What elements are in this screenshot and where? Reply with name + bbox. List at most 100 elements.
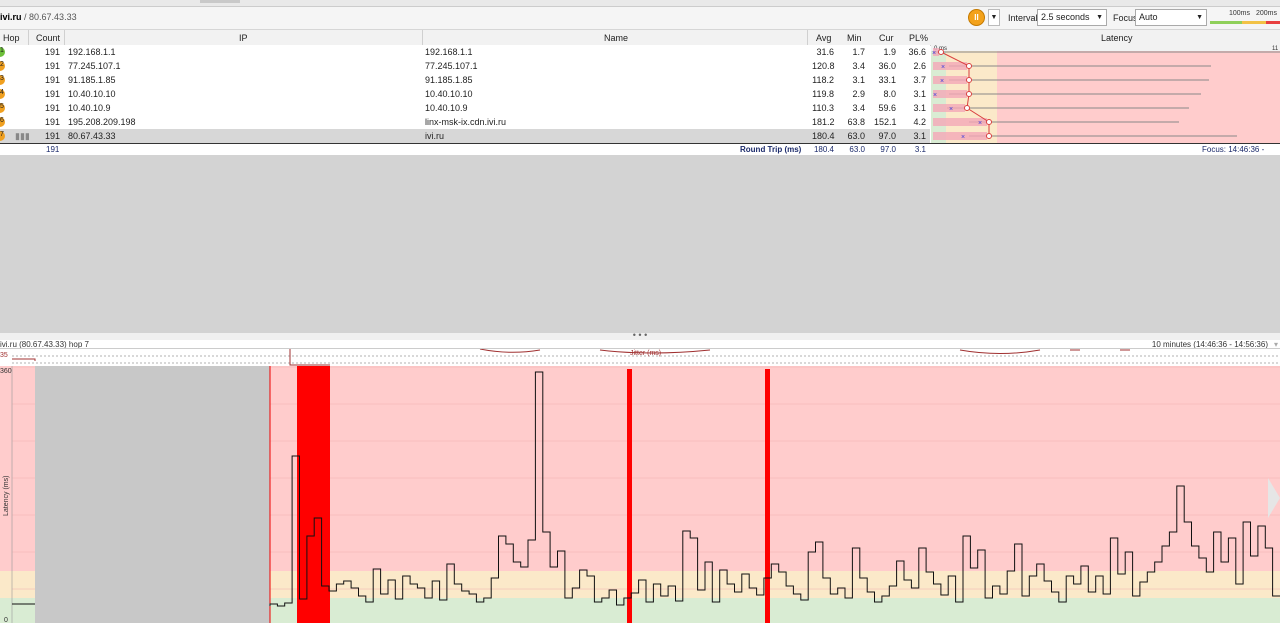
latency-header-band — [931, 45, 1280, 51]
breadcrumb: ivi.ru / 80.67.43.33 — [0, 12, 77, 22]
hop-count: 191 — [44, 75, 60, 85]
jitter-line — [12, 349, 1130, 366]
col-ip[interactable]: IP — [239, 33, 248, 43]
hop-cur: 36.0 — [878, 61, 896, 71]
hop-ip: 192.168.1.1 — [68, 47, 116, 57]
scale-yellow — [1242, 21, 1266, 24]
hop-min: 3.1 — [852, 75, 865, 85]
hop-count: 191 — [44, 131, 60, 141]
drag-handle-icon: • • • — [632, 330, 648, 340]
hop-count: 191 — [44, 89, 60, 99]
hop-pl: 4.2 — [913, 117, 926, 127]
pause-dropdown-button[interactable]: ▼ — [988, 9, 1000, 26]
col-cur[interactable]: Cur — [879, 33, 894, 43]
interval-label: Interval — [1008, 13, 1038, 23]
empty-grid-area — [0, 155, 1280, 333]
col-hop[interactable]: Hop — [3, 33, 20, 43]
hop-cur: 33.1 — [878, 75, 896, 85]
hop-avg: 120.8 — [812, 61, 835, 71]
col-divider — [807, 30, 808, 45]
col-count[interactable]: Count — [36, 33, 60, 43]
active-tab-indicator[interactable] — [200, 0, 240, 3]
hop-number: 3 — [0, 75, 4, 82]
latency-avg-bar — [933, 76, 967, 84]
table-row[interactable]: 4 191 10.40.10.10 10.40.10.10 119.8 2.9 8.0 3.1 — [0, 87, 930, 101]
hop-min: 63.8 — [847, 117, 865, 127]
latency-chart: 360 0 Latency (ms) — [0, 366, 1280, 623]
hop-name: linx-msk-ix.cdn.ivi.ru — [425, 117, 507, 127]
hop-min: 3.4 — [852, 103, 865, 113]
chevron-down-icon: ▼ — [1096, 14, 1103, 21]
bar-chart-icon[interactable]: ▮▮▮ — [15, 131, 30, 142]
pause-button[interactable]: II — [968, 9, 985, 26]
summary-cur: 97.0 — [880, 145, 896, 154]
hop-avg: 119.8 — [812, 89, 834, 99]
table-row[interactable]: 7 ▮▮▮ 191 80.67.43.33 ivi.ru 180.4 63.0 97.0 3.1 — [0, 129, 930, 143]
hop-min: 1.7 — [852, 47, 865, 57]
col-latency[interactable]: Latency — [1101, 33, 1133, 43]
pane-splitter[interactable]: • • • — [0, 330, 1280, 340]
col-divider — [28, 30, 29, 45]
col-min[interactable]: Min — [847, 33, 862, 43]
hop-name: 192.168.1.1 — [425, 47, 473, 57]
hop-min: 63.0 — [847, 131, 865, 141]
hop-cur: 97.0 — [878, 131, 896, 141]
latency-avg-point — [966, 77, 972, 83]
jitter-axis-tick: 35 — [0, 352, 8, 359]
y-axis-zero-label: 0 — [4, 617, 8, 623]
hop-name: 10.40.10.10 — [425, 89, 473, 99]
latency-avg-point — [966, 91, 972, 97]
table-row[interactable]: 3 191 91.185.1.85 91.185.1.85 118.2 3.1 33.1 3.… — [0, 73, 930, 87]
hop-number: 4 — [0, 89, 4, 96]
chart-loss-spike — [765, 369, 770, 623]
interval-value: 2.5 seconds — [1041, 12, 1090, 22]
hop-count: 191 — [44, 117, 60, 127]
hop-number: 2 — [0, 61, 4, 68]
focus-label: Focus — [1113, 13, 1138, 23]
chart-loss-block — [297, 366, 330, 623]
table-row[interactable]: 1 191 192.168.1.1 192.168.1.1 31.6 1.7 1.9 36.6 — [0, 45, 930, 59]
latency-cur-marker: × — [940, 78, 944, 85]
hop-pl: 3.1 — [913, 103, 926, 113]
hop-name: 91.185.1.85 — [425, 75, 473, 85]
col-name[interactable]: Name — [604, 33, 628, 43]
scale-100-label: 100ms — [1229, 10, 1251, 17]
col-divider — [422, 30, 423, 45]
latency-avg-bar — [933, 62, 967, 70]
scale-200-label: 200ms — [1256, 10, 1278, 17]
table-row[interactable]: 5 191 10.40.10.9 10.40.10.9 110.3 3.4 59.6 3.1 — [0, 101, 930, 115]
col-avg[interactable]: Avg — [816, 33, 831, 43]
breadcrumb-host: ivi.ru — [0, 12, 22, 22]
latency-scale-legend: 100ms 200ms — [1210, 10, 1280, 26]
grid-header: Hop Count IP Name Avg Min Cur PL% Latenc… — [0, 30, 1280, 46]
hop-avg: 31.6 — [816, 47, 834, 57]
table-row[interactable]: 2 191 77.245.107.1 77.245.107.1 120.8 3.4 36.0… — [0, 59, 930, 73]
table-row[interactable]: 6 191 195.208.209.198 linx-msk-ix.cdn.ivi.r… — [0, 115, 930, 129]
latency-avg-point — [938, 49, 944, 55]
chart-header: ivi.ru (80.67.43.33) hop 7 10 minutes (1… — [0, 340, 1280, 349]
col-pl[interactable]: PL% — [909, 33, 928, 43]
chevron-down-icon: ▼ — [990, 14, 998, 21]
latency-avg-point — [986, 133, 992, 139]
hop-avg: 110.3 — [812, 103, 834, 113]
hop-cur: 1.9 — [883, 47, 896, 57]
summary-avg: 180.4 — [813, 145, 834, 154]
hop-avg: 181.2 — [812, 117, 835, 127]
interval-select[interactable]: 2.5 seconds ▼ — [1037, 9, 1107, 26]
scale-red — [1266, 21, 1280, 24]
jitter-chart: 35 Jitter (ms) — [0, 348, 1280, 367]
latency-cur-marker: × — [949, 106, 953, 113]
latency-cur-marker: × — [932, 50, 936, 57]
hop-ip: 77.245.107.1 — [68, 61, 121, 71]
latency-avg-point — [964, 105, 970, 111]
col-divider — [64, 30, 65, 45]
hop-min: 3.4 — [852, 61, 865, 71]
chevron-right-icon[interactable] — [1268, 478, 1280, 518]
hop-name: 77.245.107.1 — [425, 61, 478, 71]
latency-mini-chart: 0 ms 11××××××× — [931, 45, 1280, 143]
hop-pl: 2.6 — [913, 61, 926, 71]
hop-ip: 10.40.10.10 — [68, 89, 116, 99]
hop-ip: 195.208.209.198 — [68, 117, 136, 127]
toolbar: ivi.ru / 80.67.43.33 II ▼ Interval 2.5 s… — [0, 7, 1280, 30]
focus-select[interactable]: Auto ▼ — [1135, 9, 1207, 26]
